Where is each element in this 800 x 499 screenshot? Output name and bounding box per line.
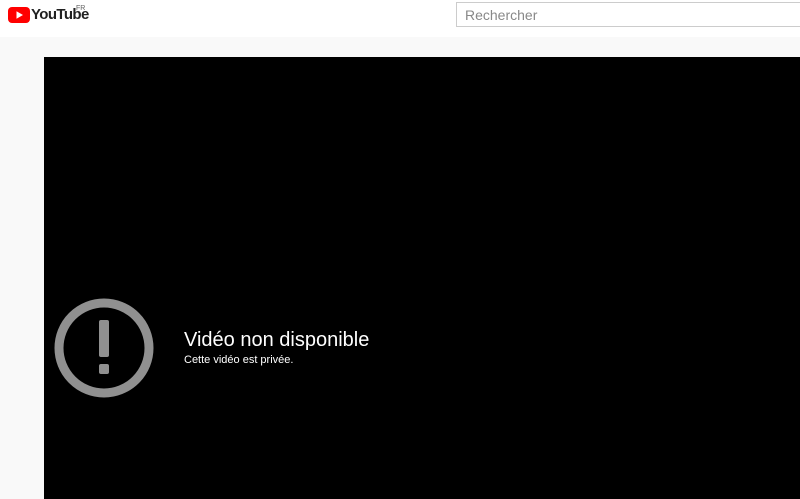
- search-box[interactable]: [456, 2, 800, 27]
- error-subtitle: Cette vidéo est privée.: [184, 354, 294, 366]
- masthead: YouTube FR: [0, 0, 800, 37]
- youtube-play-icon: [8, 7, 30, 23]
- video-player[interactable]: Vidéo non disponible Cette vidéo est pri…: [44, 57, 800, 499]
- region-code: FR: [76, 5, 86, 12]
- exclamation-circle-icon: [54, 298, 154, 398]
- error-message: Vidéo non disponible Cette vidéo est pri…: [184, 328, 369, 367]
- search-input[interactable]: [465, 4, 785, 25]
- error-title: Vidéo non disponible: [184, 329, 370, 351]
